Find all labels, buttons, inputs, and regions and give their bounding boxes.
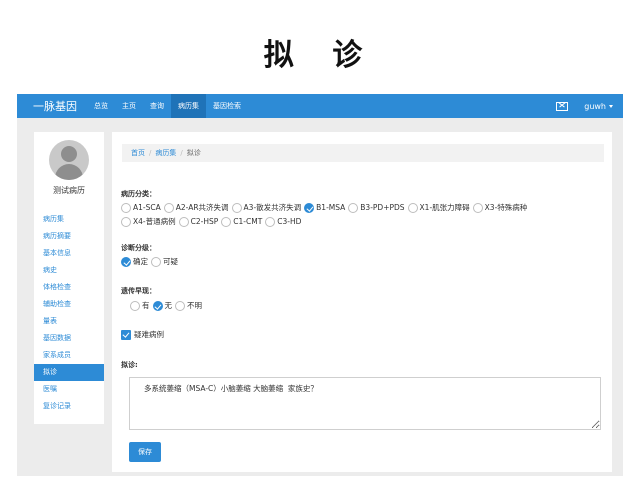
option-label: 无 <box>164 301 173 310</box>
radio-button[interactable] <box>130 300 140 311</box>
classification-option[interactable]: C2-HSP <box>178 216 219 227</box>
sidebar-item-history[interactable]: 病史 <box>34 262 104 279</box>
breadcrumb-home[interactable]: 首页 <box>131 149 145 157</box>
classification-options-row1: A1-SCA A2-AR共济失调 A3-散发共济失调 B1-MSA B3-PD+… <box>121 202 530 213</box>
main-panel: 首页 / 病历集 / 拟诊 病历分类： A1-SCA A2-AR共济失调 A3-散发共济… <box>112 132 612 472</box>
option-label: C2-HSP <box>190 217 219 226</box>
sidebar-item-diagnosis[interactable]: 拟诊 <box>34 364 104 381</box>
sidebar-item-summary[interactable]: 病历摘要 <box>34 228 104 245</box>
prelim-diagnosis-textarea[interactable]: 多系统萎缩（MSA-C）小脑萎缩 大脑萎缩 家族史？ <box>129 377 601 430</box>
nav-item-gene-search[interactable]: 基因检索 <box>206 94 248 118</box>
patient-name: 测试病历 <box>53 186 85 195</box>
classification-option[interactable]: X3-特殊病种 <box>472 202 528 213</box>
nav-item-search[interactable]: 查询 <box>143 94 171 118</box>
option-label: C1-CMT <box>233 217 263 226</box>
classification-option[interactable]: B1-MSA <box>304 202 346 213</box>
brand-logo[interactable]: 一脉基因 <box>33 98 77 114</box>
option-label: B1-MSA <box>316 203 346 212</box>
classification-option[interactable]: A3-散发共济失调 <box>231 202 302 213</box>
diagnosis-level-option[interactable]: 确定 <box>121 256 148 267</box>
radio-button[interactable] <box>175 300 185 311</box>
sidebar-item-gene-data[interactable]: 基因数据 <box>34 330 104 347</box>
option-label: B3-PD+PDS <box>360 203 405 212</box>
radio-button-checked[interactable] <box>121 256 131 267</box>
option-label: 确定 <box>133 257 148 266</box>
diagnosis-level-option[interactable]: 可疑 <box>151 256 178 267</box>
mail-icon[interactable] <box>556 101 569 111</box>
user-menu[interactable]: guwh <box>584 102 613 111</box>
classification-option[interactable]: C3-HD <box>265 216 302 227</box>
sidebar-item-followup[interactable]: 复诊记录 <box>34 398 104 415</box>
breadcrumb-current: 拟诊 <box>186 149 201 157</box>
heredity-options: 有 无 不明 <box>130 300 205 311</box>
diagnosis-level-label: 诊断分级： <box>121 244 156 252</box>
radio-button[interactable] <box>221 216 232 227</box>
top-navbar: 一脉基因 总览 主页 查询 病历集 基因检索 guwh <box>17 94 623 118</box>
sidebar-item-aux-exam[interactable]: 辅助检查 <box>34 296 104 313</box>
classification-option[interactable]: X1-肌张力障碍 <box>407 202 470 213</box>
difficult-case-label: 疑难病例 <box>134 330 164 339</box>
prelim-label: 拟诊: <box>121 361 138 369</box>
option-label: C3-HD <box>277 217 302 226</box>
classification-option[interactable]: A2-AR共济失调 <box>163 202 229 213</box>
diagnosis-level-options: 确定 可疑 <box>121 256 181 267</box>
radio-button[interactable] <box>231 202 242 213</box>
option-label: A3-散发共济失调 <box>243 203 302 212</box>
classification-options-row2: X4-普通病例 C2-HSP C1-CMT C3-HD <box>121 216 304 227</box>
radio-button[interactable] <box>178 216 189 227</box>
chevron-down-icon <box>609 104 613 108</box>
radio-button[interactable] <box>472 202 483 213</box>
option-label: 有 <box>142 301 150 310</box>
radio-button[interactable] <box>348 202 359 213</box>
sidebar-item-orders[interactable]: 医嘱 <box>34 381 104 398</box>
classification-option[interactable]: X4-普通病例 <box>121 216 176 227</box>
sidebar-item-physical-exam[interactable]: 体格检查 <box>34 279 104 296</box>
radio-button[interactable] <box>151 256 161 267</box>
difficult-case-row: 疑难病例 <box>121 329 164 340</box>
radio-button[interactable] <box>121 216 131 227</box>
app-window: 一脉基因 总览 主页 查询 病历集 基因检索 guwh 测试病历 病历集 病历摘… <box>17 94 623 476</box>
sidebar-item-family[interactable]: 家系成员 <box>34 347 104 364</box>
breadcrumb-separator: / <box>149 149 152 157</box>
option-label: 可疑 <box>163 257 178 266</box>
heredity-label: 遗传早现： <box>121 287 156 295</box>
classification-label: 病历分类： <box>121 190 156 198</box>
classification-option[interactable]: A1-SCA <box>121 202 161 213</box>
user-avatar-icon <box>49 140 89 180</box>
option-label: 不明 <box>187 301 202 310</box>
option-label: X1-肌张力障碍 <box>419 203 470 212</box>
classification-option[interactable]: C1-CMT <box>221 216 263 227</box>
radio-button[interactable] <box>163 202 174 213</box>
option-label: X4-普通病例 <box>133 217 176 226</box>
heredity-option[interactable]: 不明 <box>175 300 202 311</box>
sidebar-item-basic-info[interactable]: 基本信息 <box>34 245 104 262</box>
difficult-case-checkbox[interactable] <box>121 329 131 340</box>
nav-item-overview[interactable]: 总览 <box>87 94 115 118</box>
option-label: X3-特殊病种 <box>484 203 528 212</box>
navbar-right: guwh <box>556 101 623 111</box>
sidebar-item-scales[interactable]: 量表 <box>34 313 104 330</box>
radio-button[interactable] <box>121 202 131 213</box>
radio-button[interactable] <box>265 216 276 227</box>
heredity-option[interactable]: 无 <box>152 300 173 311</box>
option-label: A1-SCA <box>133 203 161 212</box>
radio-button[interactable] <box>407 202 418 213</box>
radio-button-checked[interactable] <box>304 202 315 213</box>
save-button[interactable]: 保存 <box>129 442 161 462</box>
user-name: guwh <box>584 101 606 111</box>
page-title: 拟 诊 <box>263 38 377 73</box>
breadcrumb-records[interactable]: 病历集 <box>155 149 176 157</box>
sidebar: 测试病历 病历集 病历摘要 基本信息 病史 体格检查 辅助检查 量表 基因数据 … <box>34 132 104 424</box>
sidebar-item-records[interactable]: 病历集 <box>34 211 104 228</box>
nav-item-home[interactable]: 主页 <box>115 94 143 118</box>
breadcrumb-separator: / <box>180 149 183 157</box>
nav-item-records[interactable]: 病历集 <box>171 94 206 118</box>
option-label: A2-AR共济失调 <box>175 203 229 212</box>
breadcrumb: 首页 / 病历集 / 拟诊 <box>122 144 604 162</box>
classification-option[interactable]: B3-PD+PDS <box>348 202 405 213</box>
radio-button-checked[interactable] <box>152 300 163 311</box>
heredity-option[interactable]: 有 <box>130 300 150 311</box>
